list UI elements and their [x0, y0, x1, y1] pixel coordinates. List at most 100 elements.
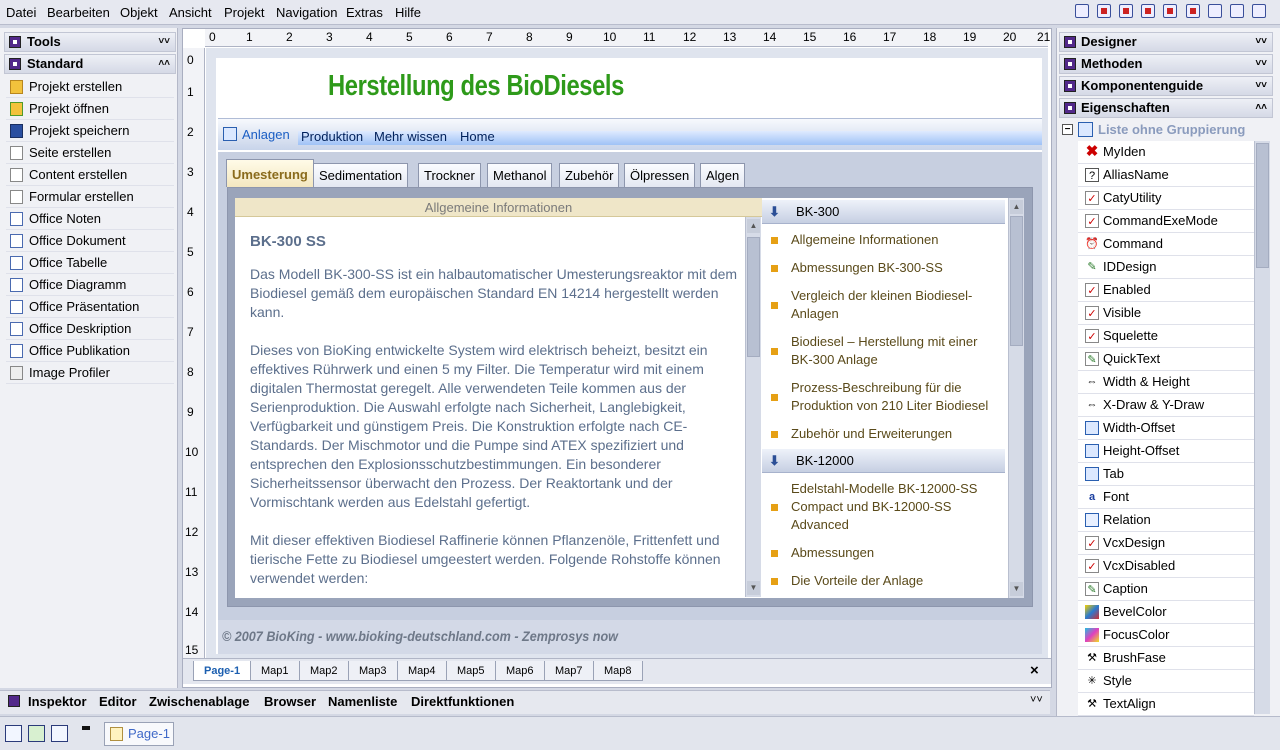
- nav-produktion[interactable]: Produktion: [301, 129, 363, 144]
- close-icon[interactable]: ×: [1030, 662, 1039, 679]
- prop-vcxdesign[interactable]: ✓ VcxDesign: [1078, 532, 1254, 555]
- tab-zwischenablage[interactable]: Zwischenablage: [149, 694, 249, 709]
- list-item[interactable]: Allgemeine Informationen: [791, 231, 996, 249]
- prop-enabled[interactable]: ✓ Enabled: [1078, 279, 1254, 302]
- map-tab-map2[interactable]: Map2: [299, 661, 349, 681]
- view-grid-icon[interactable]: [5, 725, 22, 742]
- tab-sedimentation[interactable]: Sedimentation: [313, 163, 409, 187]
- scroll-down-icon[interactable]: ▼: [1010, 582, 1023, 596]
- tools-header[interactable]: Tools ˅˅: [4, 32, 176, 52]
- tool-item-projekt-oeffnen[interactable]: Projekt öffnen: [6, 99, 174, 120]
- eigenschaften-header[interactable]: Eigenschaften ˄˄: [1059, 98, 1273, 118]
- list-item[interactable]: Zubehör und Erweiterungen: [791, 425, 996, 443]
- menu-extras[interactable]: Extras: [346, 5, 383, 20]
- scroll-thumb[interactable]: [1256, 143, 1269, 268]
- chevron-down-icon[interactable]: ˅˅: [1255, 33, 1267, 51]
- tool-item-office-diagramm[interactable]: Office Diagramm: [6, 275, 174, 296]
- prop-visible[interactable]: ✓ Visible: [1078, 302, 1254, 325]
- chevron-down-icon[interactable]: ˅˅: [1030, 694, 1043, 706]
- prop-tab[interactable]: Tab: [1078, 463, 1254, 486]
- prop-focuscolor[interactable]: FocusColor: [1078, 624, 1254, 647]
- nav-home[interactable]: Home: [460, 129, 495, 144]
- scroll-up-icon[interactable]: ▲: [747, 219, 760, 233]
- chevron-down-icon[interactable]: ˅˅: [1255, 77, 1267, 95]
- tab-inspektor[interactable]: Inspektor: [28, 694, 87, 709]
- list-item[interactable]: Abmessungen BK-300-SS: [791, 259, 996, 277]
- toolbar-window-icon[interactable]: [1075, 4, 1089, 18]
- tool-item-seite-erstellen[interactable]: Seite erstellen: [6, 143, 174, 164]
- menu-hilfe[interactable]: Hilfe: [395, 5, 421, 20]
- scroll-up-icon[interactable]: ▲: [1010, 200, 1023, 214]
- chevron-up-icon[interactable]: ˄˄: [1255, 99, 1267, 117]
- prop-relation[interactable]: Relation: [1078, 509, 1254, 532]
- map-tab-map7[interactable]: Map7: [544, 661, 594, 681]
- tab-direktfunktionen[interactable]: Direktfunktionen: [411, 694, 514, 709]
- prop-commandexemode[interactable]: ✓ CommandExeMode: [1078, 210, 1254, 233]
- tab-trockner[interactable]: Trockner: [418, 163, 481, 187]
- group-header-bk12000[interactable]: ⬇ BK-12000: [762, 449, 1005, 473]
- prop-catyutility[interactable]: ✓ CatyUtility: [1078, 187, 1254, 210]
- map-tab-map3[interactable]: Map3: [348, 661, 398, 681]
- tool-item-projekt-erstellen[interactable]: Projekt erstellen: [6, 77, 174, 98]
- prop-width-offset[interactable]: Width-Offset: [1078, 417, 1254, 440]
- group-header-bk300[interactable]: ⬇ BK-300: [762, 200, 1005, 224]
- toolbar-help-icon[interactable]: [1252, 4, 1266, 18]
- list-item[interactable]: Abmessungen: [791, 544, 996, 562]
- status-page-tab[interactable]: Page-1: [104, 722, 174, 746]
- prop-font[interactable]: a Font: [1078, 486, 1254, 509]
- tab-methanol[interactable]: Methanol: [487, 163, 553, 187]
- toolbar-gear-icon[interactable]: [1141, 4, 1155, 18]
- standard-header[interactable]: Standard ˄˄: [4, 54, 176, 74]
- tab-zubehoer[interactable]: Zubehör: [559, 163, 620, 187]
- minimize-icon[interactable]: [82, 726, 90, 730]
- tool-item-office-tabelle[interactable]: Office Tabelle: [6, 253, 174, 274]
- list-item[interactable]: Vergleich der kleinen Biodiesel-Anlagen: [791, 287, 996, 323]
- prop-command[interactable]: ⏰ Command: [1078, 233, 1254, 256]
- tool-item-office-dokument[interactable]: Office Dokument: [6, 231, 174, 252]
- chevron-up-icon[interactable]: ˄˄: [158, 55, 170, 73]
- tool-item-office-noten[interactable]: Office Noten: [6, 209, 174, 230]
- list-item[interactable]: Die Vorteile der Anlage: [791, 572, 996, 590]
- toolbar-chart-icon[interactable]: [1119, 4, 1133, 18]
- prop-iddesign[interactable]: ✎ IDDesign: [1078, 256, 1254, 279]
- tool-item-content-erstellen[interactable]: Content erstellen: [6, 165, 174, 186]
- tool-item-office-deskription[interactable]: Office Deskription: [6, 319, 174, 340]
- prop-quicktext[interactable]: ✎ QuickText: [1078, 348, 1254, 371]
- tab-namenliste[interactable]: Namenliste: [328, 694, 397, 709]
- menu-projekt[interactable]: Projekt: [224, 5, 264, 20]
- nav-anlagen[interactable]: Anlagen: [242, 127, 290, 142]
- toolbar-target-icon[interactable]: [1163, 4, 1177, 18]
- prop-vcxdisabled[interactable]: ✓ VcxDisabled: [1078, 555, 1254, 578]
- prop-brushfase[interactable]: ⚒ BrushFase: [1078, 647, 1254, 670]
- list-scrollbar[interactable]: ▲ ▼: [1008, 198, 1024, 598]
- tab-browser[interactable]: Browser: [264, 694, 316, 709]
- collapse-icon[interactable]: −: [1062, 124, 1073, 135]
- map-tab-map6[interactable]: Map6: [495, 661, 545, 681]
- menu-navigation[interactable]: Navigation: [276, 5, 337, 20]
- map-tab-map5[interactable]: Map5: [446, 661, 496, 681]
- map-tab-map4[interactable]: Map4: [397, 661, 447, 681]
- prop-style[interactable]: ✳ Style: [1078, 670, 1254, 693]
- tab-umesterung[interactable]: Umesterung: [226, 159, 314, 187]
- scroll-down-icon[interactable]: ▼: [747, 581, 760, 595]
- scroll-thumb[interactable]: [747, 237, 760, 357]
- map-tab-map1[interactable]: Map1: [250, 661, 300, 681]
- property-group[interactable]: − Liste ohne Gruppierung: [1060, 120, 1256, 142]
- prop-caption[interactable]: ✎ Caption: [1078, 578, 1254, 601]
- prop-myiden[interactable]: ✖ MyIden: [1078, 141, 1254, 164]
- komponentenguide-header[interactable]: Komponentenguide ˅˅: [1059, 76, 1273, 96]
- map-tab-map8[interactable]: Map8: [593, 661, 643, 681]
- info-scrollbar[interactable]: ▲ ▼: [745, 217, 761, 597]
- view-page-icon[interactable]: [51, 725, 68, 742]
- tool-item-image-profiler[interactable]: Image Profiler: [6, 363, 174, 384]
- methoden-header[interactable]: Methoden ˅˅: [1059, 54, 1273, 74]
- nav-mehr-wissen[interactable]: Mehr wissen: [374, 129, 447, 144]
- list-item[interactable]: Edelstahl-Modelle BK-12000-SS Compact un…: [791, 480, 996, 534]
- tool-item-office-publikation[interactable]: Office Publikation: [6, 341, 174, 362]
- tool-item-projekt-speichern[interactable]: Projekt speichern: [6, 121, 174, 142]
- scroll-thumb[interactable]: [1010, 216, 1023, 346]
- prop-squelette[interactable]: ✓ Squelette: [1078, 325, 1254, 348]
- list-item[interactable]: Biodiesel – Herstellung mit einer BK-300…: [791, 333, 996, 369]
- chevron-down-icon[interactable]: ˅˅: [1255, 55, 1267, 73]
- tab-oelpressen[interactable]: Ölpressen: [624, 163, 696, 187]
